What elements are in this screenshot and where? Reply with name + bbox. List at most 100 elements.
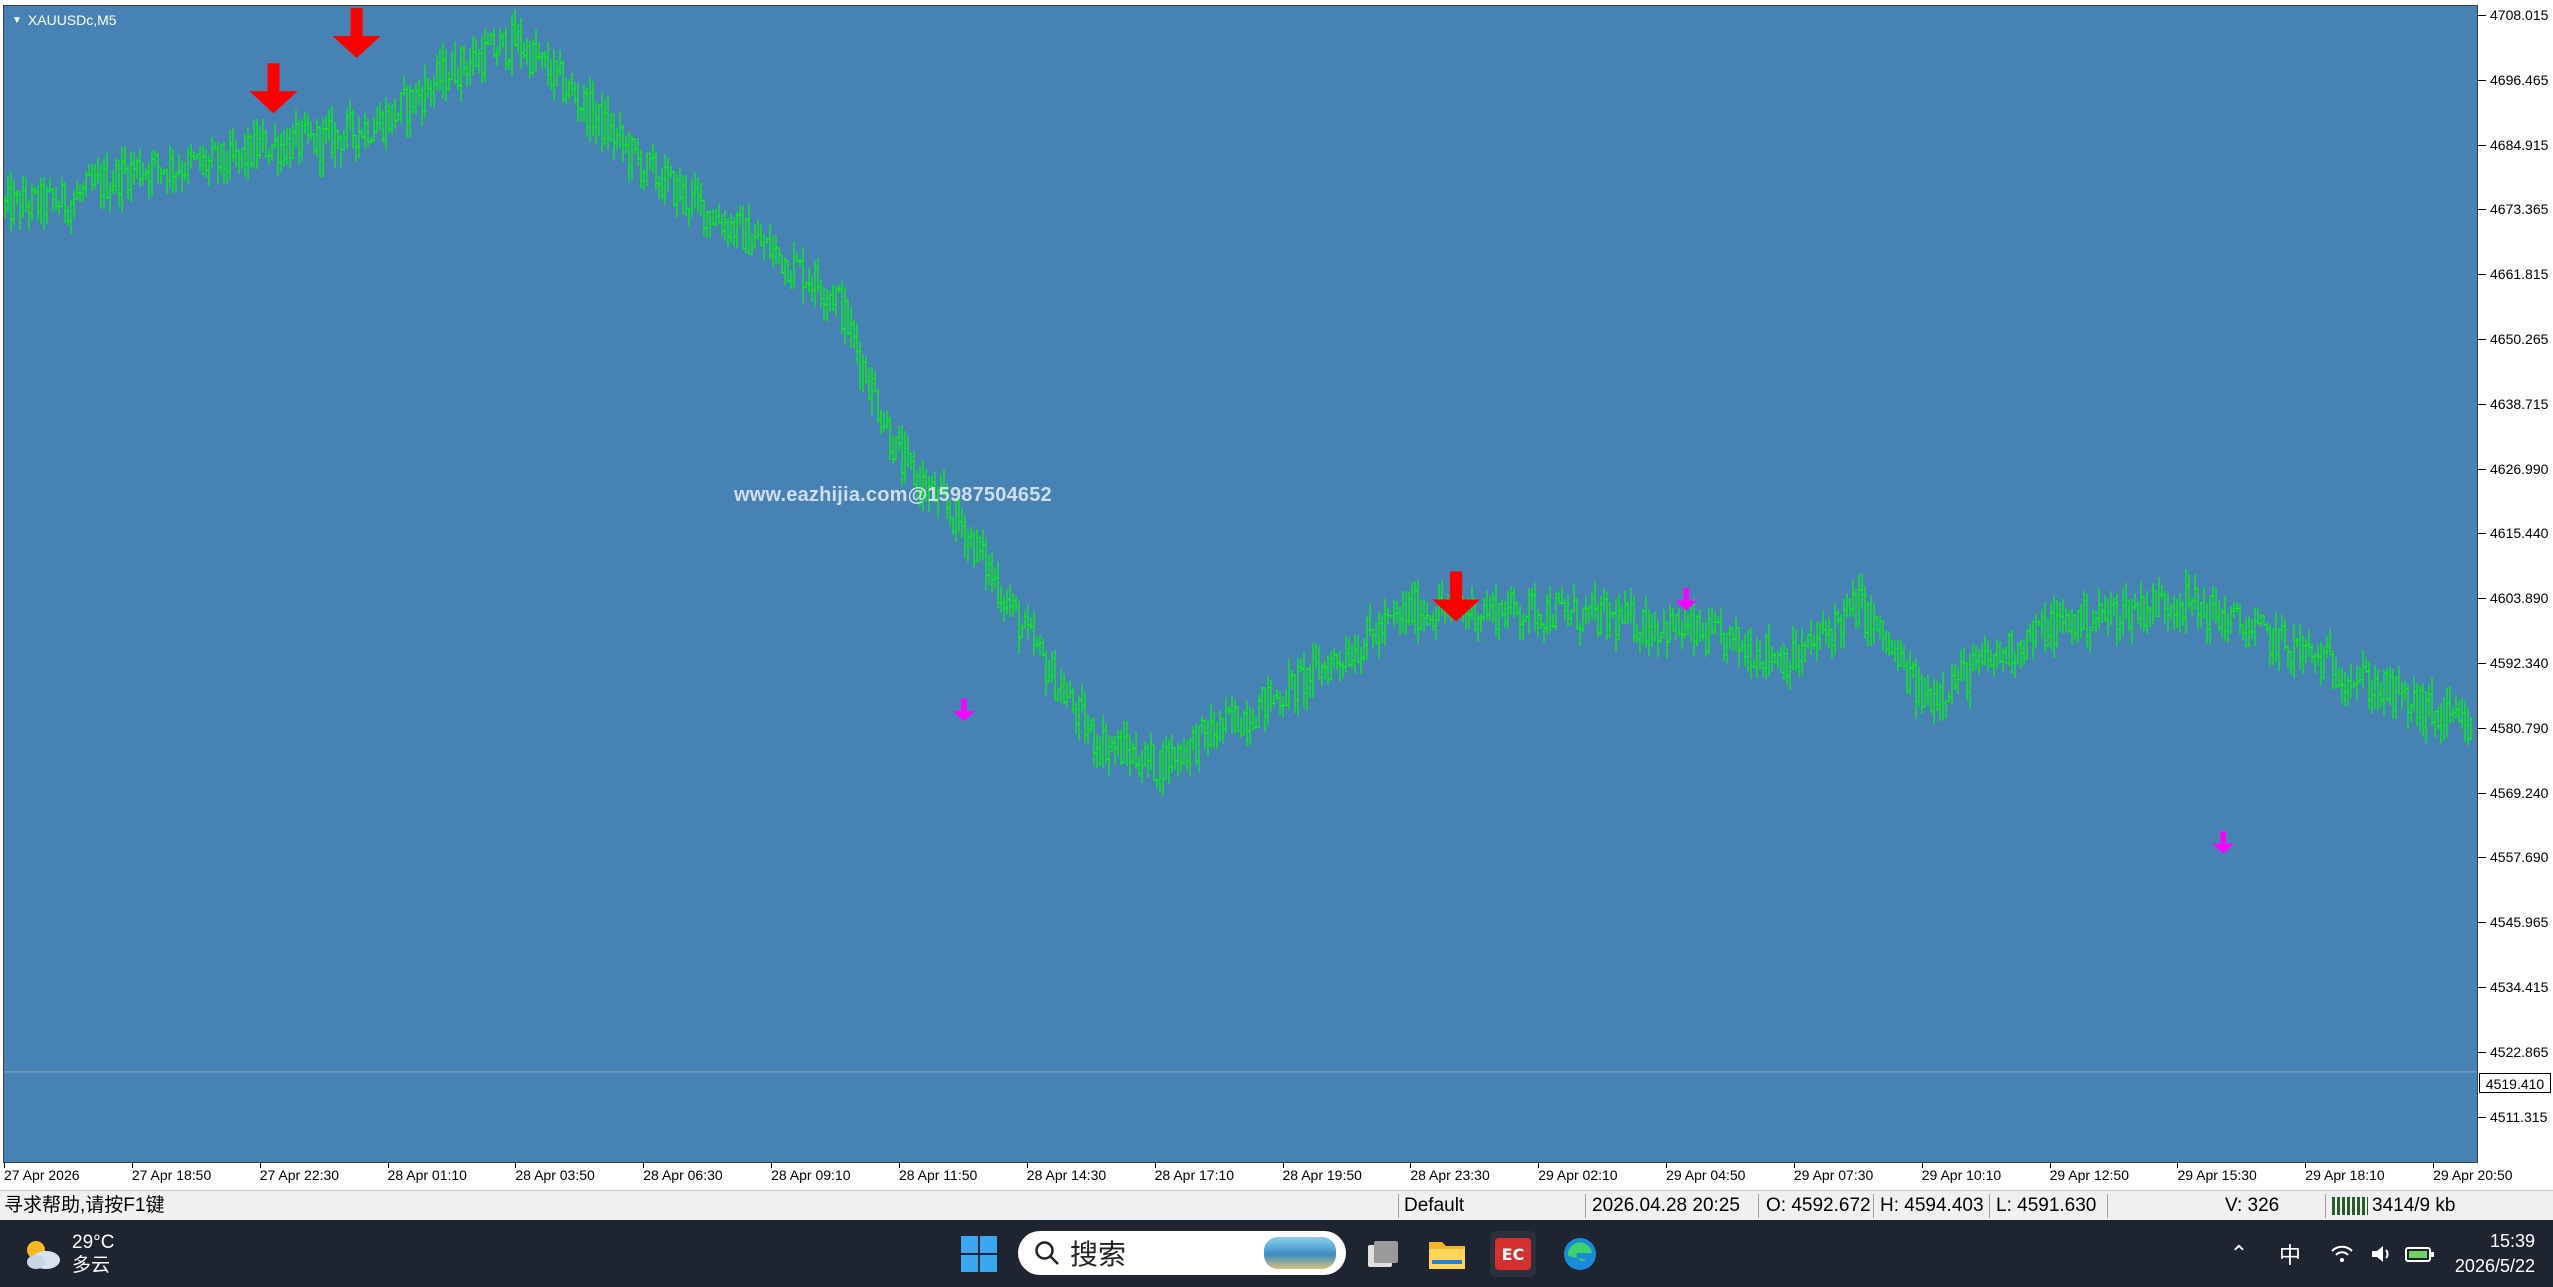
- ohlc-bar: [1902, 645, 1906, 670]
- ohlc-bar: [1929, 687, 1933, 713]
- ohlc-bar: [1962, 647, 1966, 682]
- ohlc-bar: [72, 190, 76, 219]
- ohlc-bar: [2310, 642, 2314, 664]
- ohlc-bar: [2091, 609, 2095, 632]
- ohlc-bar: [606, 95, 610, 150]
- time-axis-label: 29 Apr 02:10: [1538, 1167, 1618, 1183]
- edge-browser-button[interactable]: [1557, 1231, 1603, 1277]
- price-axis-tick: [2478, 1116, 2486, 1118]
- ohlc-bar: [2268, 624, 2272, 667]
- ohlc-bar: [1569, 610, 1573, 627]
- ohlc-bar: [567, 79, 571, 100]
- price-axis-label: 4626.990: [2490, 460, 2549, 477]
- price-axis[interactable]: 4519.410 4708.015 4696.465 4684.915 4673.36…: [2478, 0, 2553, 1163]
- ohlc-bar: [2379, 681, 2383, 708]
- ohlc-bar: [87, 164, 91, 176]
- ohlc-bar: [882, 412, 886, 432]
- ohlc-bar: [2043, 602, 2047, 652]
- ohlc-bar: [543, 51, 547, 68]
- ec-app-button[interactable]: EC: [1490, 1231, 1536, 1277]
- ohlc-bar: [1875, 616, 1879, 632]
- ohlc-bar: [504, 27, 508, 70]
- ohlc-bar: [1317, 645, 1321, 680]
- ohlc-bar: [2307, 629, 2311, 657]
- ohlc-bar: [1377, 611, 1381, 659]
- ohlc-bar: [2352, 681, 2356, 688]
- price-axis-tick: [2478, 79, 2486, 81]
- network-button[interactable]: [2320, 1220, 2364, 1287]
- task-view-button[interactable]: [1360, 1231, 1406, 1277]
- time-axis[interactable]: 27 Apr 2026 27 Apr 18:50 27 Apr 22:30 28 Ap…: [0, 1163, 2513, 1190]
- dropdown-triangle-icon[interactable]: ▼: [12, 15, 22, 26]
- ohlc-bar: [1107, 735, 1111, 777]
- ohlc-bar: [1167, 739, 1171, 784]
- ohlc-bar: [2253, 607, 2257, 646]
- ohlc-bar: [516, 23, 520, 53]
- ohlc-bar: [771, 236, 775, 268]
- chart-plot-area[interactable]: ▼ XAUUSDc,M5 www.eazhijia.com@1598750465…: [3, 5, 2478, 1163]
- ohlc-bar: [276, 135, 280, 177]
- weather-widget[interactable]: 29°C 多云: [22, 1228, 162, 1280]
- ohlc-bar: [816, 257, 820, 292]
- ohlc-bar: [2439, 703, 2443, 744]
- ohlc-bar: [1872, 603, 1876, 644]
- ohlc-bar: [1404, 590, 1408, 635]
- ohlc-bar: [2142, 595, 2146, 632]
- ohlc-bar: [459, 45, 463, 103]
- ohlc-bar: [561, 60, 565, 102]
- price-axis-tick: [2478, 468, 2486, 470]
- ime-indicator[interactable]: 中: [2270, 1220, 2310, 1287]
- ohlc-bar: [372, 116, 376, 143]
- ohlc-bar: [1221, 718, 1225, 745]
- show-hidden-icons-button[interactable]: ⌃: [2220, 1220, 2258, 1287]
- connection-status[interactable]: 3414/9 kb: [2332, 1191, 2455, 1221]
- ohlc-bar: [2301, 635, 2305, 675]
- ohlc-bar: [1422, 598, 1426, 631]
- ohlc-bar: [1731, 627, 1735, 653]
- ohlc-bar: [1041, 638, 1045, 657]
- ohlc-bar: [471, 35, 475, 76]
- ohlc-bar: [1251, 708, 1255, 731]
- ohlc-bar: [1764, 633, 1768, 680]
- ohlc-bar: [750, 233, 754, 256]
- taskbar-clock[interactable]: 15:39 2026/5/22: [2435, 1226, 2535, 1282]
- ohlc-bar: [1098, 736, 1102, 767]
- status-divider: [1873, 1194, 1874, 1218]
- time-axis-label: 27 Apr 2026: [4, 1167, 80, 1183]
- ohlc-bar: [1752, 659, 1756, 669]
- profile-name[interactable]: Default: [1404, 1191, 1464, 1221]
- start-button[interactable]: [958, 1233, 1000, 1275]
- ohlc-bar: [1533, 582, 1537, 631]
- ohlc-bar: [1695, 614, 1699, 647]
- chart-symbol-label[interactable]: ▼ XAUUSDc,M5: [12, 12, 117, 28]
- ohlc-bar: [324, 116, 328, 144]
- price-axis-label: 4522.865: [2490, 1043, 2549, 1060]
- ohlc-bar: [714, 209, 718, 227]
- ohlc-bar: [1686, 612, 1690, 636]
- ohlc-bar: [255, 119, 259, 170]
- ohlc-bar: [318, 125, 322, 178]
- ohlc-bar: [2463, 700, 2467, 742]
- ohlc-bar: [1623, 590, 1627, 625]
- ohlc-bar: [2004, 647, 2008, 664]
- chart-window[interactable]: ▼ XAUUSDc,M5 www.eazhijia.com@1598750465…: [0, 0, 2553, 1190]
- search-icon: [1035, 1241, 1059, 1265]
- ohlc-bar: [612, 113, 616, 160]
- ohlc-bar: [1500, 599, 1504, 619]
- ohlc-bar: [351, 109, 355, 149]
- ohlc-bar: [780, 254, 784, 275]
- help-hint: 寻求帮助,请按F1键: [4, 1195, 165, 1216]
- ohlc-bar: [408, 84, 412, 139]
- ohlc-bar: [1578, 622, 1582, 647]
- ohlc-bar: [1911, 661, 1915, 679]
- ohlc-bar: [1176, 743, 1180, 778]
- file-explorer-button[interactable]: [1424, 1231, 1470, 1277]
- taskbar-search-box[interactable]: 搜索: [1018, 1231, 1346, 1275]
- ohlc-bar: [51, 187, 55, 212]
- ohlc-bar: [213, 142, 217, 150]
- bar-datetime: 2026.04.28 20:25: [1592, 1195, 1740, 1216]
- ohlc-bar: [1083, 691, 1087, 743]
- price-axis-tick: [2478, 1051, 2486, 1053]
- ohlc-bar: [1848, 597, 1852, 618]
- ohlc-bar: [2232, 601, 2236, 619]
